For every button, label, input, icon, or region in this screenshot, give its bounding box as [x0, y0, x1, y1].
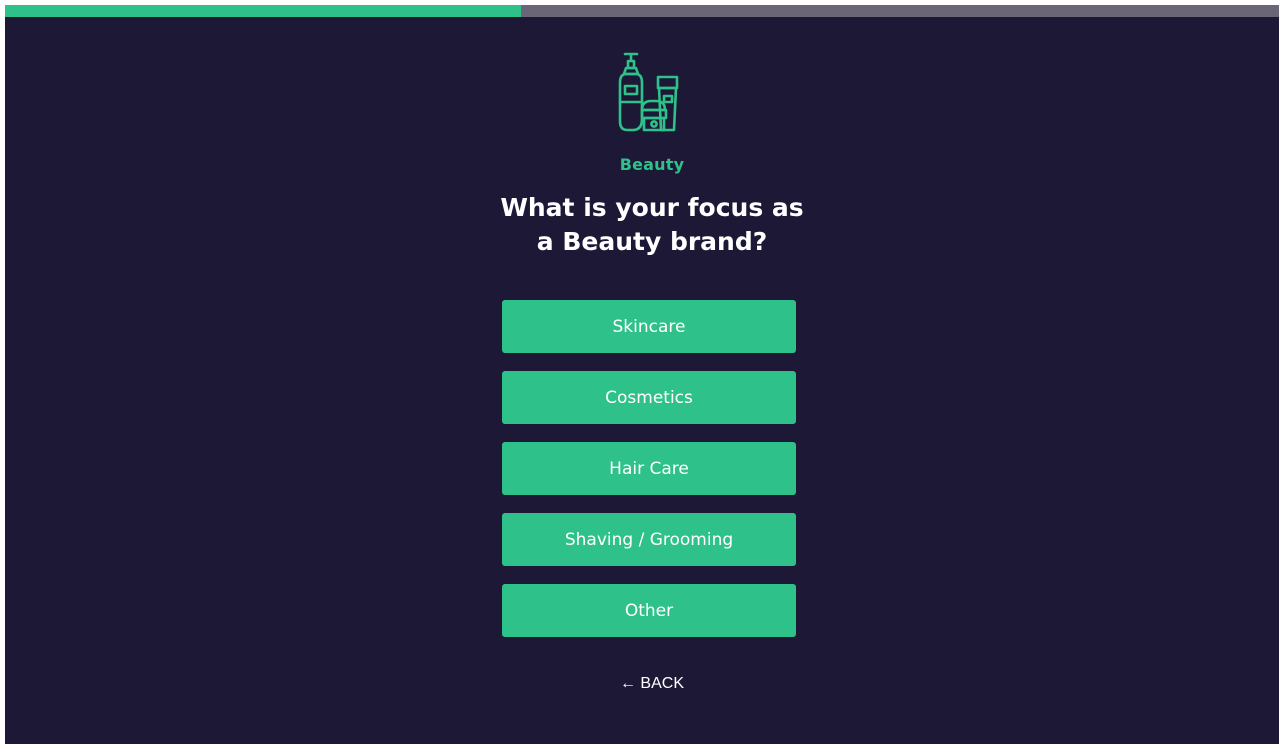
question-line-1: What is your focus as [500, 193, 804, 222]
option-other-button[interactable]: Other [502, 584, 796, 637]
beauty-products-icon [618, 52, 679, 132]
option-shaving-grooming-button[interactable]: Shaving / Grooming [502, 513, 796, 566]
page-title: What is your focus as a Beauty brand? [5, 191, 1279, 259]
option-hair-care-button[interactable]: Hair Care [502, 442, 796, 495]
back-link[interactable]: ← BACK [5, 675, 1279, 693]
question-line-2: a Beauty brand? [536, 227, 768, 256]
survey-frame: Beauty What is your focus as a Beauty br… [5, 5, 1279, 744]
progress-bar-fill [5, 5, 521, 17]
options-list: Skincare Cosmetics Hair Care Shaving / G… [502, 300, 796, 655]
progress-bar [5, 5, 1279, 17]
category-label: Beauty [619, 155, 685, 174]
option-cosmetics-button[interactable]: Cosmetics [502, 371, 796, 424]
option-skincare-button[interactable]: Skincare [502, 300, 796, 353]
